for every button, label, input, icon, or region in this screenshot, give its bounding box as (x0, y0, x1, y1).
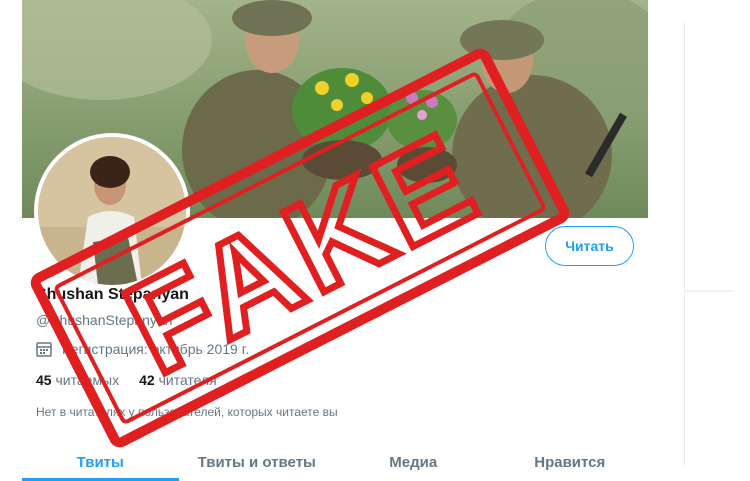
tab-media[interactable]: Медиа (335, 440, 492, 481)
tab-tweets[interactable]: Твиты (22, 440, 179, 481)
page: Читать Shushan Stepanyan @ShushanStepany… (0, 0, 750, 481)
tab-tweets-and-replies[interactable]: Твиты и ответы (179, 440, 336, 481)
follow-button[interactable]: Читать (545, 226, 634, 266)
right-sidebar-divider (684, 290, 734, 292)
tab-likes[interactable]: Нравится (492, 440, 649, 481)
calendar-icon (36, 342, 52, 357)
right-sidebar-edge (684, 22, 703, 467)
following-count: 45 (36, 372, 52, 388)
